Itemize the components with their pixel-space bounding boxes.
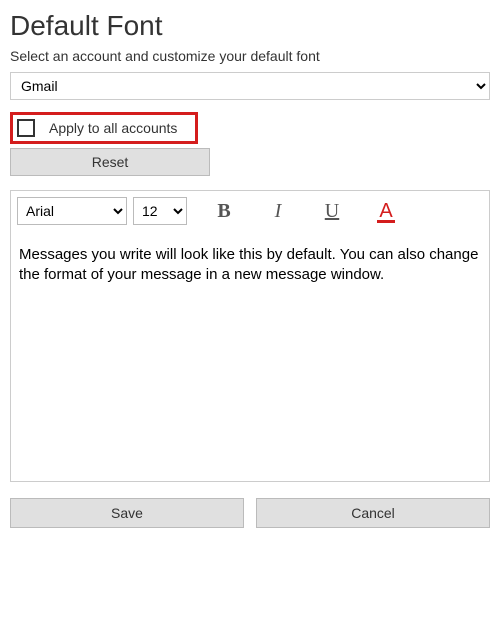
font-size-select[interactable]: 12: [133, 197, 187, 225]
editor-area[interactable]: Messages you write will look like this b…: [11, 231, 489, 481]
reset-button[interactable]: Reset: [10, 148, 210, 176]
apply-all-row: Apply to all accounts: [10, 112, 198, 144]
italic-button[interactable]: I: [261, 197, 295, 225]
font-family-select[interactable]: Arial: [17, 197, 127, 225]
account-select[interactable]: Gmail: [10, 72, 490, 100]
page-subtitle: Select an account and customize your def…: [10, 48, 490, 64]
format-toolbar: Arial 12 B I U A: [11, 191, 489, 231]
save-button[interactable]: Save: [10, 498, 244, 528]
cancel-button[interactable]: Cancel: [256, 498, 490, 528]
apply-all-label: Apply to all accounts: [49, 120, 177, 136]
editor-container: Arial 12 B I U A Messages you write will…: [10, 190, 490, 482]
font-color-button[interactable]: A: [369, 197, 403, 225]
apply-all-checkbox[interactable]: [17, 119, 35, 137]
action-row: Save Cancel: [10, 498, 490, 528]
underline-button[interactable]: U: [315, 197, 349, 225]
page-title: Default Font: [10, 10, 490, 42]
bold-button[interactable]: B: [207, 197, 241, 225]
